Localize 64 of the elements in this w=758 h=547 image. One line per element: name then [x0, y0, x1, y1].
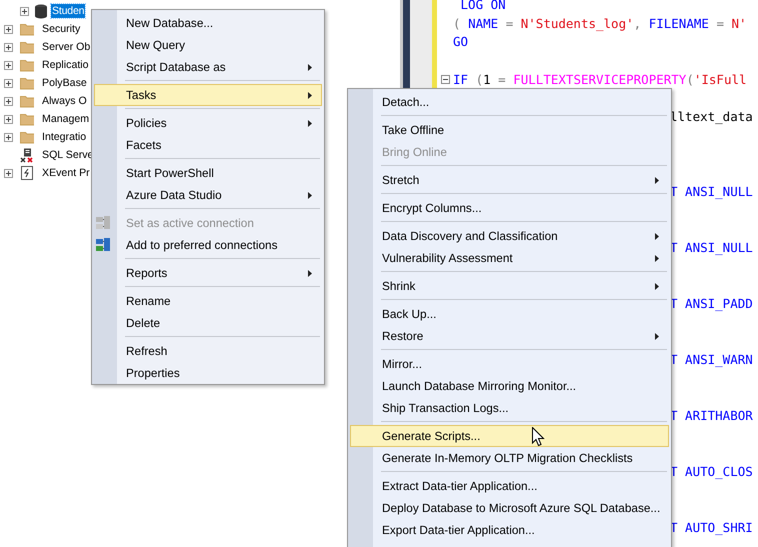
tree-item[interactable]: Server Ob — [40, 40, 92, 54]
tree-item[interactable]: Security — [40, 22, 82, 36]
menu-item[interactable]: New Database... — [94, 12, 322, 34]
menu-item[interactable]: Delete — [94, 312, 322, 334]
menu-item[interactable]: Export Data-tier Application... — [350, 519, 669, 541]
folder-icon — [20, 76, 34, 90]
menu-item[interactable]: Extract Data-tier Application... — [350, 475, 669, 497]
code-line: lltext_data — [670, 108, 753, 124]
menu-item[interactable]: Facets — [94, 134, 322, 156]
menu-item[interactable]: Launch Database Mirroring Monitor... — [350, 375, 669, 397]
folder-icon — [20, 40, 34, 54]
tree-item[interactable]: Always O — [40, 94, 89, 108]
menu-item[interactable]: Deploy Database to Microsoft Azure SQL Database... — [350, 497, 669, 519]
tree-item[interactable]: Integratio — [40, 130, 88, 144]
expand-icon[interactable] — [4, 42, 13, 52]
menu-item[interactable]: Properties — [94, 362, 322, 384]
menu-item[interactable]: Refresh — [94, 340, 322, 362]
expand-icon[interactable] — [4, 114, 13, 124]
tree-item[interactable]: Replicatio — [40, 58, 91, 72]
menu-item[interactable]: Back Up... — [350, 303, 669, 325]
menu-item[interactable]: Take Offline — [350, 119, 669, 141]
menu-item[interactable]: Generate Scripts... — [350, 425, 669, 447]
menu-item[interactable]: Rename — [94, 290, 322, 312]
menu-item[interactable]: Reports — [94, 262, 322, 284]
tree-item[interactable]: PolyBase — [40, 76, 89, 90]
folder-icon — [20, 130, 34, 144]
menu-item[interactable]: Encrypt Columns... — [350, 197, 669, 219]
expand-icon[interactable] — [4, 78, 13, 88]
code-line: ( NAME = N'Students_log', FILENAME = N' — [453, 16, 747, 31]
menu-item[interactable]: Tasks — [94, 84, 322, 106]
menu-item[interactable]: Add to preferred connections — [94, 234, 322, 256]
expand-icon[interactable] — [4, 132, 13, 142]
menu-item[interactable]: Restore — [350, 325, 669, 347]
mouse-pointer-icon — [532, 427, 545, 447]
menu-item[interactable]: Script Database as — [94, 56, 322, 78]
menu-item[interactable]: Shrink — [350, 275, 669, 297]
menu-item[interactable]: Policies — [94, 112, 322, 134]
menu-item[interactable]: Azure Data Studio — [94, 184, 322, 206]
code-line: IF (1 = FULLTEXTSERVICEPROPERTY('IsFull — [453, 72, 747, 87]
folder-icon — [20, 94, 34, 108]
expand-icon[interactable] — [4, 60, 13, 70]
menu-item[interactable]: Mirror... — [350, 353, 669, 375]
menu-item[interactable]: Generate In-Memory OLTP Migration Checklists — [350, 447, 669, 469]
menu-item[interactable]: Data Discovery and Classification — [350, 225, 669, 247]
menu-item[interactable]: Vulnerability Assessment — [350, 247, 669, 269]
expand-icon[interactable] — [20, 6, 29, 16]
menu-item[interactable]: Start PowerShell — [94, 162, 322, 184]
menu-item[interactable]: Ship Transaction Logs... — [350, 397, 669, 419]
tree-item[interactable]: Studen — [51, 4, 86, 18]
expand-icon[interactable] — [4, 24, 13, 34]
folder-icon — [20, 58, 34, 72]
database-icon — [34, 4, 48, 18]
server-agent-icon — [20, 148, 34, 162]
folder-icon — [20, 22, 34, 36]
menu-item[interactable]: Stretch — [350, 169, 669, 191]
event-file-icon — [20, 166, 34, 180]
menu-item[interactable]: Detach... — [350, 91, 669, 113]
expand-icon[interactable] — [4, 96, 13, 106]
folder-icon — [20, 112, 34, 126]
tree-item[interactable]: Managem — [40, 112, 92, 126]
code-line: GO — [453, 34, 468, 50]
tree-item[interactable]: XEvent Pr — [40, 166, 92, 180]
expand-icon[interactable] — [4, 168, 13, 178]
menu-item[interactable]: New Query — [94, 34, 322, 56]
